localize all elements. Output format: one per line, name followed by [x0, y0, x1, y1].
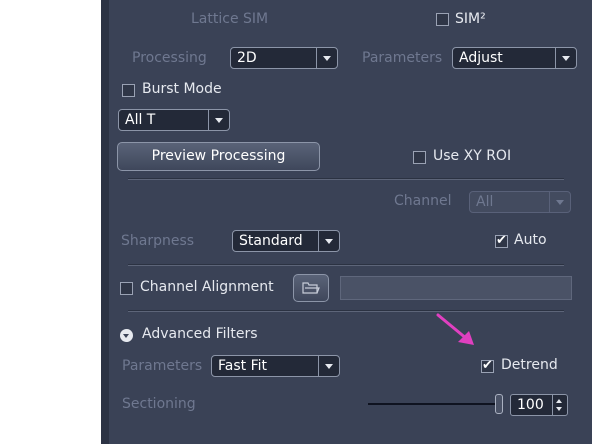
chevron-down-icon — [316, 48, 337, 68]
sim2-label: SIM² — [455, 11, 486, 27]
annotation-arrow-icon — [436, 313, 474, 345]
sectioning-value: 100 — [517, 397, 544, 413]
chevron-down-icon — [208, 110, 229, 130]
channel-value: All — [476, 194, 494, 210]
time-range-dropdown[interactable]: All T — [118, 109, 230, 131]
parameters-value: Adjust — [459, 50, 503, 66]
chevron-down-icon — [555, 48, 576, 68]
processing-value: 2D — [237, 50, 257, 66]
sharpness-dropdown[interactable]: Standard — [232, 230, 340, 252]
auto-label: Auto — [514, 232, 547, 248]
channel-dropdown[interactable]: All — [469, 191, 571, 213]
parameters-dropdown[interactable]: Adjust — [452, 47, 577, 69]
alignment-file-field[interactable] — [340, 276, 572, 300]
preview-processing-button[interactable]: Preview Processing — [117, 142, 320, 171]
channel-alignment-checkbox[interactable] — [120, 282, 133, 295]
sharpness-value: Standard — [239, 233, 303, 249]
lattice-sim-label: Lattice SIM — [191, 11, 269, 27]
folder-open-icon — [302, 282, 320, 294]
filter-parameters-value: Fast Fit — [218, 358, 267, 374]
time-range-value: All T — [125, 112, 156, 128]
filter-parameters-dropdown[interactable]: Fast Fit — [211, 355, 340, 377]
parameters-label: Parameters — [362, 50, 443, 66]
burst-mode-checkbox[interactable] — [122, 84, 135, 97]
processing-dropdown[interactable]: 2D — [230, 47, 338, 69]
chevron-down-icon — [549, 192, 570, 212]
sharpness-label: Sharpness — [121, 233, 195, 249]
separator — [128, 179, 564, 180]
filter-parameters-label: Parameters — [122, 358, 203, 374]
open-folder-button[interactable] — [293, 274, 329, 302]
separator — [128, 311, 564, 312]
detrend-label: Detrend — [501, 357, 558, 373]
chevron-down-icon — [318, 231, 339, 251]
use-xy-roi-label: Use XY ROI — [433, 148, 512, 164]
advanced-filters-label: Advanced Filters — [142, 326, 258, 342]
sectioning-spinbox[interactable]: 100 — [510, 394, 568, 416]
processing-label: Processing — [132, 50, 207, 66]
burst-mode-label: Burst Mode — [142, 81, 222, 97]
chevron-down-icon — [318, 356, 339, 376]
sectioning-slider-handle[interactable] — [495, 394, 503, 414]
separator — [128, 265, 564, 266]
panel-left-border — [101, 0, 109, 444]
collapse-icon[interactable] — [120, 329, 133, 342]
use-xy-roi-checkbox[interactable] — [413, 151, 426, 164]
sectioning-label: Sectioning — [122, 396, 196, 412]
spin-arrows-icon[interactable] — [552, 395, 567, 415]
sim2-checkbox[interactable] — [436, 13, 449, 26]
auto-checkbox[interactable] — [495, 233, 508, 248]
detrend-checkbox[interactable] — [481, 358, 494, 373]
sectioning-slider-track[interactable] — [368, 403, 500, 405]
channel-alignment-label: Channel Alignment — [140, 279, 274, 295]
channel-label: Channel — [394, 193, 452, 209]
